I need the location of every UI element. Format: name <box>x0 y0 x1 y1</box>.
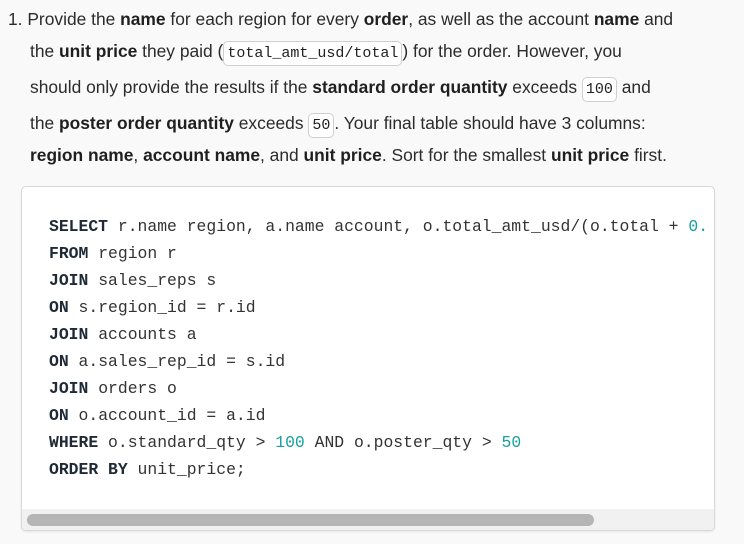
sql-text: orders o <box>88 379 177 398</box>
code-line: JOIN accounts a <box>49 321 708 348</box>
question-line: region name, account name, and unit pric… <box>30 140 667 170</box>
bold-text: standard order quantity <box>312 77 508 97</box>
sql-text: sales_reps s <box>88 271 217 290</box>
bold-text: region name <box>30 145 134 165</box>
sql-text: r.name region, a.name account, o.total_a… <box>108 217 689 236</box>
bold-text: unit price <box>59 41 138 61</box>
sql-keyword: ORDER BY <box>49 460 128 479</box>
question-line: the unit price they paid (total_amt_usd/… <box>30 36 622 66</box>
sql-keyword: FROM <box>49 244 89 263</box>
horizontal-scrollbar[interactable] <box>22 509 714 530</box>
code-line: JOIN sales_reps s <box>49 267 708 294</box>
sql-text: o.account_id = a.id <box>68 406 266 425</box>
text-segment: should only provide the results if the <box>30 77 313 97</box>
bold-text: poster order quantity <box>59 113 234 133</box>
sql-text: o.standard_qty > <box>98 433 276 452</box>
code-line: WHERE o.standard_qty > 100 AND o.poster_… <box>49 429 708 456</box>
bold-text: unit price <box>303 145 382 165</box>
code-line: JOIN orders o <box>49 375 708 402</box>
sql-number: 100 <box>275 433 305 452</box>
question-line: the poster order quantity exceeds 50. Yo… <box>30 108 646 138</box>
text-segment: the <box>30 113 60 133</box>
text-segment: , as well as the account <box>408 9 594 29</box>
text-segment: for each region for every <box>165 9 364 29</box>
code-line: SELECT r.name region, a.name account, o.… <box>49 213 708 240</box>
sql-keyword: JOIN <box>49 271 89 290</box>
code-line: ON a.sales_rep_id = s.id <box>49 348 708 375</box>
text-segment: , and <box>260 145 304 165</box>
sql-keyword: ON <box>49 298 69 317</box>
code-line: ORDER BY unit_price; <box>49 456 708 483</box>
sql-number: 50 <box>501 433 522 452</box>
bold-text: name <box>593 9 640 29</box>
sql-code-block: SELECT r.name region, a.name account, o.… <box>21 186 715 531</box>
sql-code: SELECT r.name region, a.name account, o.… <box>49 213 708 483</box>
sql-text: AND o.poster_qty > <box>304 433 502 452</box>
text-segment: the <box>30 41 60 61</box>
text-segment: ) for the order. However, you <box>402 41 622 61</box>
sql-keyword: WHERE <box>49 433 99 452</box>
text-segment: exceeds <box>507 77 582 97</box>
text-segment: they paid ( <box>137 41 224 61</box>
bold-text: name <box>120 9 166 29</box>
sql-number: 0. <box>688 217 709 236</box>
text-segment: 1. Provide the <box>8 9 121 29</box>
sql-text: a.sales_rep_id = s.id <box>68 352 286 371</box>
text-segment: , <box>133 145 144 165</box>
inline-code: 50 <box>308 113 335 138</box>
code-line: FROM region r <box>49 240 708 267</box>
sql-keyword: JOIN <box>49 379 89 398</box>
code-line: ON s.region_id = r.id <box>49 294 708 321</box>
question-line: 1. Provide the name for each region for … <box>8 4 673 34</box>
text-segment: first. <box>629 145 667 165</box>
text-segment: and <box>616 77 651 97</box>
sql-text: s.region_id = r.id <box>68 298 256 317</box>
sql-keyword: ON <box>49 352 69 371</box>
sql-keyword: JOIN <box>49 325 89 344</box>
sql-text: accounts a <box>88 325 197 344</box>
sql-keyword: SELECT <box>49 217 109 236</box>
sql-keyword: ON <box>49 406 69 425</box>
inline-code: total_amt_usd/total <box>223 41 403 66</box>
bold-text: order <box>363 9 409 29</box>
sql-text: region r <box>88 244 177 263</box>
code-line: ON o.account_id = a.id <box>49 402 708 429</box>
question-line: should only provide the results if the s… <box>30 72 651 102</box>
text-segment: exceeds <box>233 113 309 133</box>
text-segment: . Sort for the smallest <box>381 145 551 165</box>
bold-text: account name <box>143 145 261 165</box>
text-segment: and <box>639 9 674 29</box>
inline-code: 100 <box>581 77 617 102</box>
scrollbar-thumb[interactable] <box>27 514 594 526</box>
text-segment: . Your final table should have 3 columns… <box>334 113 646 133</box>
bold-text: unit price <box>550 145 630 165</box>
sql-text: unit_price; <box>127 460 246 479</box>
